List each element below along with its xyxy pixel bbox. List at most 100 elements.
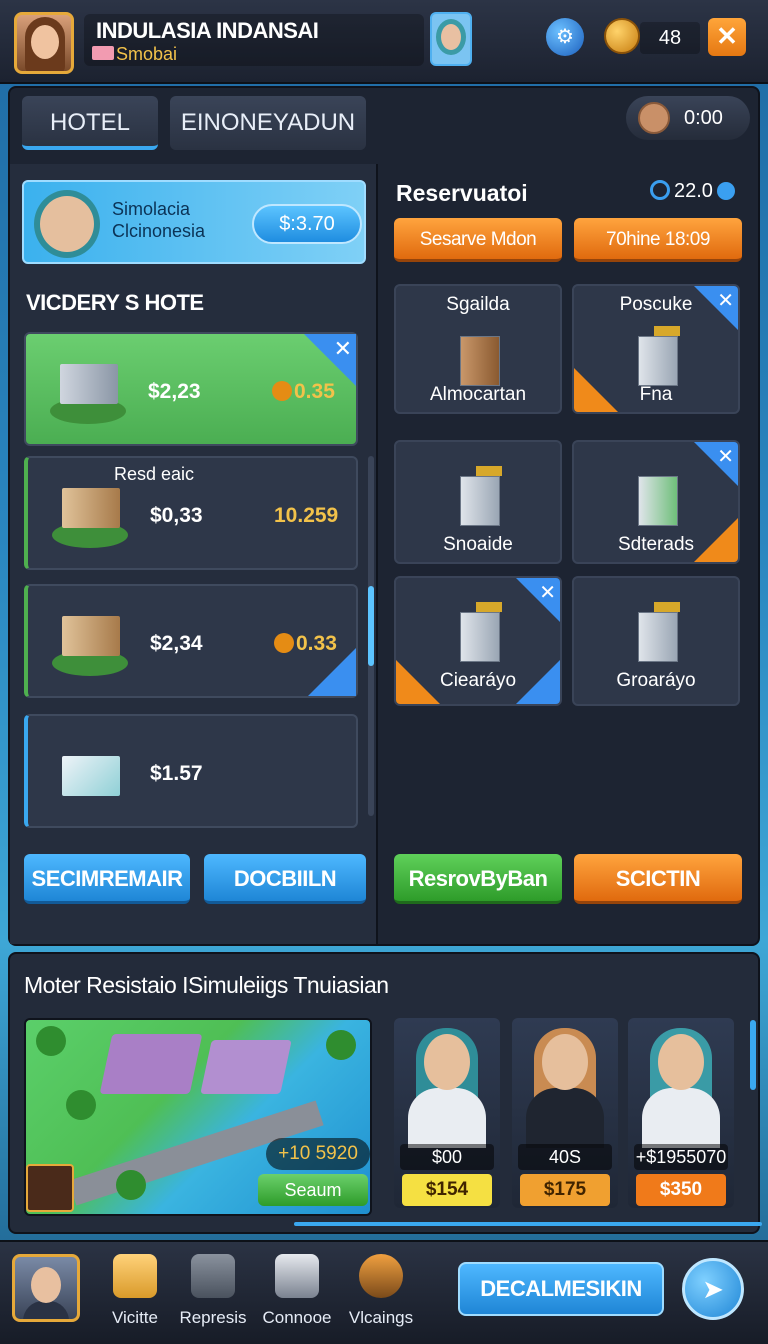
resort-map[interactable]: +10 5920 Seaum — [24, 1018, 372, 1216]
staff-scrollbar[interactable] — [750, 1020, 756, 1090]
upgrade-icon — [516, 660, 560, 704]
nav-item-represis[interactable]: Represis — [174, 1252, 252, 1342]
calculator-icon — [191, 1254, 235, 1298]
hotel-price: $0,33 — [150, 504, 203, 527]
hotel-row[interactable]: $2,34 0.33 — [24, 584, 358, 698]
ring-icon — [650, 180, 670, 200]
tile-label: Groaráyo — [616, 670, 696, 691]
staff-stat: 40S — [518, 1144, 612, 1170]
room-tile[interactable]: Poscuke Fna ✕ — [572, 284, 740, 414]
flag-icon — [654, 326, 680, 336]
close-icon[interactable]: ✕ — [694, 442, 738, 486]
room-tile[interactable]: Groaráyo — [572, 576, 740, 706]
game-subtitle: Smobai — [116, 44, 178, 64]
tab-second[interactable]: EINONEYADUN — [170, 96, 366, 150]
staff-cost[interactable]: $350 — [636, 1174, 726, 1206]
bottom-nav: Vicitte Represis Connooe Vlcaings DECALM… — [0, 1240, 768, 1344]
game-title: INDULASIA INDANSAI — [96, 18, 319, 43]
reservation-title: Reservuatoi — [396, 180, 528, 206]
hotel-price: $2,23 — [148, 380, 201, 403]
hotel-building-icon — [44, 352, 130, 428]
right-action-button[interactable]: DOCBIILN — [204, 854, 366, 904]
promo-buy-button[interactable]: $:3.70 — [252, 204, 362, 244]
hotel-row[interactable]: Resd eaic $0,33 10.259 — [24, 456, 358, 570]
room-tile[interactable]: Sgailda Almocartan — [394, 284, 562, 414]
reservation-count: 22.0 — [650, 180, 735, 203]
towel-icon — [46, 734, 132, 810]
reserve-button[interactable]: Sesarve Mdon — [394, 218, 562, 262]
staff-stat: +$1955070 — [634, 1144, 728, 1170]
remove-icon[interactable]: ✕ — [304, 334, 356, 386]
bottom-panel: Moter Resistaio ISimuleiigs Tnuiasian +1… — [8, 952, 762, 1234]
building-icon — [460, 336, 500, 386]
building-icon — [460, 612, 500, 662]
room-tile[interactable]: Sdterads ✕ — [572, 440, 740, 564]
staff-portrait-icon[interactable] — [430, 12, 472, 66]
profile-avatar[interactable] — [12, 1254, 80, 1322]
hotel-list-panel: Simolacia Clcinonesia $:3.70 VICDERY S H… — [10, 164, 378, 944]
action-button[interactable]: SCICTIN — [574, 854, 742, 904]
send-icon[interactable]: ➤ — [682, 1258, 744, 1320]
room-tile[interactable]: Snoaide — [394, 440, 562, 564]
nav-item-connooe[interactable]: Connooe — [258, 1252, 336, 1342]
building-icon — [460, 476, 500, 526]
building-icon — [638, 612, 678, 662]
staff-body — [408, 1088, 486, 1148]
tools-icon — [359, 1254, 403, 1298]
staff-card[interactable]: 40S $175 — [512, 1018, 618, 1208]
map-earnings: +10 5920 — [266, 1138, 370, 1170]
staff-face — [658, 1034, 704, 1090]
palm-icon — [66, 1090, 96, 1120]
staff-cost[interactable]: $154 — [402, 1174, 492, 1206]
hotel-building-icon — [46, 476, 132, 552]
left-action-button[interactable]: SECIMREMAIR — [24, 854, 190, 904]
title-box: INDULASIA INDANSAI Smobai — [84, 14, 424, 66]
avatar-suit — [23, 1301, 69, 1319]
main-action-button[interactable]: DECALMESIKIN — [458, 1262, 664, 1316]
building-icon — [638, 336, 678, 386]
reserve-by-ban-button[interactable]: ResrovByBan — [394, 854, 562, 904]
staff-body — [642, 1088, 720, 1148]
tool-icon — [396, 660, 440, 704]
player-avatar[interactable] — [14, 12, 74, 74]
manager-avatar[interactable] — [26, 1164, 74, 1212]
section-title: VICDERY S HOTE — [26, 290, 204, 315]
promo-card[interactable]: Simolacia Clcinonesia $:3.70 — [22, 180, 366, 264]
room-tile[interactable]: Ciearáyo ✕ — [394, 576, 562, 706]
staff-card[interactable]: $00 $154 — [394, 1018, 500, 1208]
hotel-value: 10.259 — [274, 504, 339, 527]
avatar-face — [31, 25, 59, 59]
hotel-row[interactable]: $1.57 — [24, 714, 358, 828]
tile-label: Almocartan — [429, 384, 527, 405]
globe-icon — [716, 182, 735, 200]
promo-line-2: Clcinonesia — [112, 221, 206, 241]
flag-icon — [654, 602, 680, 612]
avatar-face — [31, 1267, 61, 1303]
staff-stat: $00 — [400, 1144, 494, 1170]
palm-icon — [36, 1026, 66, 1056]
tab-hotel[interactable]: HOTEL — [22, 96, 158, 150]
close-icon[interactable]: ✕ — [694, 286, 738, 330]
staff-cost[interactable]: $175 — [520, 1174, 610, 1206]
time-pill[interactable]: 0:00 — [626, 96, 750, 140]
reservation-panel: Reservuatoi 22.0 Sesarve Mdon 70hine 18:… — [386, 164, 758, 944]
hotel-row[interactable]: $2,23 0.35 ✕ — [24, 332, 358, 446]
hotel-price: $1.57 — [150, 762, 203, 785]
globe-icon[interactable]: ⚙ — [546, 18, 584, 56]
staff-body — [526, 1088, 604, 1148]
palm-icon — [116, 1170, 146, 1200]
close-button[interactable]: ✕ — [708, 18, 746, 56]
close-icon[interactable]: ✕ — [516, 578, 560, 622]
list-scrollbar[interactable] — [368, 456, 374, 816]
book-icon — [92, 46, 114, 60]
staff-card[interactable]: +$1955070 $350 — [628, 1018, 734, 1208]
map-action-button[interactable]: Seaum — [258, 1174, 368, 1206]
coin-icon — [604, 18, 640, 54]
nav-item-vicitte[interactable]: Vicitte — [96, 1252, 174, 1342]
staff-face — [542, 1034, 588, 1090]
nav-item-vlcaings[interactable]: Vlcaings — [342, 1252, 420, 1342]
hotel-price: $2,34 — [150, 632, 203, 655]
tile-label: Snoaide — [443, 534, 513, 555]
upgrade-icon[interactable] — [308, 648, 356, 696]
time-button[interactable]: 70hine 18:09 — [574, 218, 742, 262]
